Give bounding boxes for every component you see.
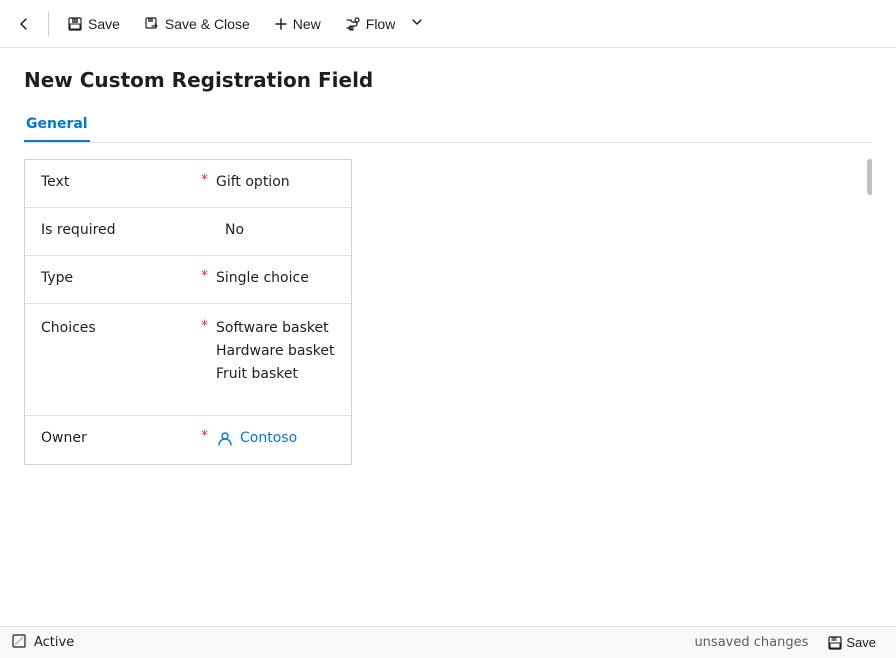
required-star-choices: *: [201, 318, 208, 334]
save-close-button[interactable]: Save & Close: [134, 12, 260, 36]
save-button[interactable]: Save: [57, 12, 130, 36]
label-text: Text: [41, 172, 201, 190]
person-icon: [216, 430, 234, 448]
back-button[interactable]: [8, 8, 40, 40]
value-choices: Software basket Hardware basket Fruit ba…: [216, 318, 335, 385]
owner-name: Contoso: [240, 428, 297, 449]
choices-list: Software basket Hardware basket Fruit ba…: [216, 318, 335, 385]
flow-chevron-button[interactable]: [405, 12, 429, 35]
value-type: Single choice: [216, 268, 335, 289]
choice-1: Software basket: [216, 318, 335, 339]
value-text: Gift option: [216, 172, 335, 193]
scrollbar[interactable]: [866, 159, 872, 477]
field-is-required: Is required No: [25, 208, 351, 256]
label-type: Type: [41, 268, 201, 286]
value-owner[interactable]: Contoso: [216, 428, 335, 449]
field-text: Text * Gift option: [25, 160, 351, 208]
choice-2: Hardware basket: [216, 341, 335, 362]
new-label: New: [293, 16, 321, 32]
page-title: New Custom Registration Field: [24, 68, 872, 92]
scrollbar-thumb: [867, 159, 872, 195]
form-container: Text * Gift option Is required No Type: [24, 143, 872, 626]
new-button[interactable]: New: [264, 12, 331, 36]
save-close-label: Save & Close: [165, 16, 250, 32]
value-is-required: No: [201, 220, 335, 241]
status-right: unsaved changes Save: [694, 633, 884, 652]
save-label: Save: [88, 16, 120, 32]
label-choices: Choices: [41, 318, 201, 336]
status-left: Active: [12, 634, 74, 651]
tab-bar: General: [24, 108, 872, 143]
field-owner: Owner * Contoso: [25, 416, 351, 464]
status-bar: Active unsaved changes Save: [0, 626, 896, 658]
toolbar: Save Save & Close New Flow: [0, 0, 896, 48]
unsaved-changes-text: unsaved changes: [694, 635, 808, 650]
main-content: New Custom Registration Field General Te…: [0, 48, 896, 626]
form-section: Text * Gift option Is required No Type: [24, 159, 352, 465]
label-is-required: Is required: [41, 220, 201, 238]
status-save-button[interactable]: Save: [820, 633, 884, 652]
form-wrapper: Text * Gift option Is required No Type: [24, 147, 872, 465]
toolbar-divider: [48, 12, 49, 36]
flow-label: Flow: [366, 16, 396, 32]
choice-3: Fruit basket: [216, 364, 335, 385]
required-star-text: *: [201, 172, 208, 188]
field-choices: Choices * Software basket Hardware baske…: [25, 304, 351, 416]
flow-button[interactable]: Flow: [335, 12, 406, 36]
status-icon: [12, 634, 26, 651]
required-star-type: *: [201, 268, 208, 284]
field-type: Type * Single choice: [25, 256, 351, 304]
label-owner: Owner: [41, 428, 201, 446]
status-active-label: Active: [34, 635, 74, 650]
status-save-label: Save: [846, 635, 876, 650]
required-star-owner: *: [201, 428, 208, 444]
flow-button-group: Flow: [335, 12, 430, 36]
tab-general[interactable]: General: [24, 108, 90, 142]
